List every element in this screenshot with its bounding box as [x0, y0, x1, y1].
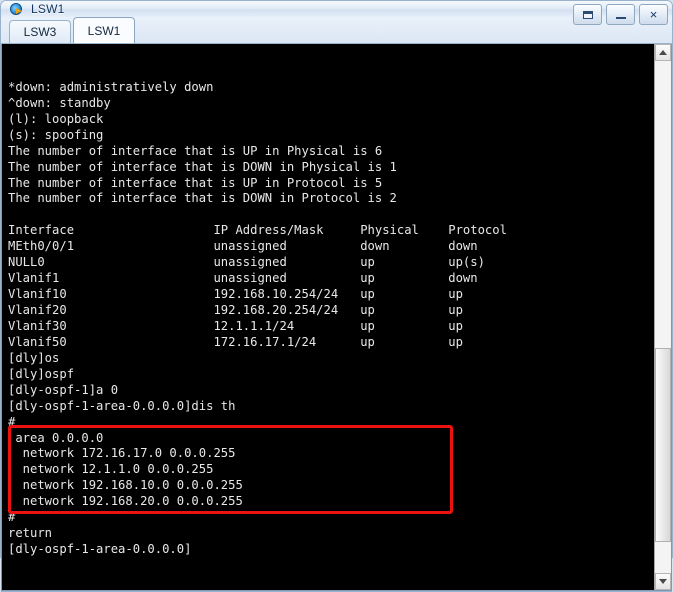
terminal-line: network 192.168.20.0 0.0.0.255: [8, 494, 243, 509]
terminal-line: network 12.1.1.0 0.0.0.255: [8, 462, 214, 477]
close-button[interactable]: ×: [639, 4, 668, 25]
terminal-line: [dly]os: [8, 350, 60, 365]
terminal-line: Interface IP Address/Mask Physical Proto…: [8, 223, 507, 238]
scroll-up-button[interactable]: [655, 44, 671, 61]
restore-button[interactable]: [573, 4, 602, 25]
scrollbar-thumb[interactable]: [655, 347, 671, 543]
terminal-line: The number of interface that is DOWN in …: [8, 191, 397, 206]
close-icon: ×: [649, 7, 658, 22]
terminal-line: The number of interface that is UP in Ph…: [8, 143, 383, 158]
tab-lsw3[interactable]: LSW3: [9, 20, 71, 43]
terminal-line: The number of interface that is UP in Pr…: [8, 175, 383, 190]
title-bar: LSW1 ×: [1, 1, 672, 25]
terminal-line: Vlanif10 192.168.10.254/24 up up: [8, 287, 463, 302]
terminal-line: ^down: standby: [8, 95, 111, 110]
terminal-line: (s): spoofing: [8, 127, 104, 142]
restore-icon: [582, 10, 593, 19]
terminal-line: #: [8, 414, 16, 429]
terminal-line: (l): loopback: [8, 111, 104, 126]
terminal-window: LSW1 × LSW3 LSW1 *down: administratively…: [0, 0, 673, 592]
terminal-line: Vlanif20 192.168.20.254/24 up up: [8, 303, 463, 318]
tab-strip: LSW3 LSW1: [1, 17, 672, 44]
terminal-line: #: [8, 510, 16, 525]
tab-label: LSW1: [87, 23, 121, 38]
vertical-scrollbar[interactable]: [654, 44, 671, 590]
terminal-line: return: [8, 526, 53, 541]
router-globe-icon: [9, 1, 25, 17]
terminal-line: area 0.0.0.0: [8, 430, 104, 445]
tab-label: LSW3: [23, 25, 57, 39]
minimize-button[interactable]: [606, 4, 635, 25]
terminal-line: network 192.168.10.0 0.0.0.255: [8, 478, 243, 493]
scroll-down-arrow-icon: [659, 578, 667, 584]
window-title: LSW1: [31, 2, 65, 16]
terminal-output[interactable]: *down: administratively down ^down: stand…: [2, 44, 654, 590]
terminal-line: network 172.16.17.0 0.0.0.255: [8, 446, 236, 461]
terminal-line: NULL0 unassigned up up(s): [8, 255, 485, 270]
scroll-down-button[interactable]: [655, 572, 671, 590]
terminal-line: Vlanif1 unassigned up down: [8, 271, 478, 286]
terminal-line: [dly-ospf-1]a 0: [8, 382, 119, 397]
scrollbar-track[interactable]: [655, 61, 671, 573]
terminal-line: Vlanif50 172.16.17.1/24 up up: [8, 334, 463, 349]
tab-lsw1[interactable]: LSW1: [73, 17, 135, 43]
scroll-up-arrow-icon: [659, 50, 667, 55]
terminal-line: MEth0/0/1 unassigned down down: [8, 239, 478, 254]
terminal-area: *down: administratively down ^down: stand…: [1, 44, 672, 591]
terminal-line: *down: administratively down: [8, 79, 214, 94]
terminal-line: Vlanif30 12.1.1.1/24 up up: [8, 318, 463, 333]
minimize-icon: [615, 16, 626, 19]
terminal-line: [dly-ospf-1-area-0.0.0.0]dis th: [8, 398, 236, 413]
terminal-line: [dly]ospf: [8, 366, 75, 381]
window-controls: ×: [573, 4, 668, 25]
terminal-line: [dly-ospf-1-area-0.0.0.0]: [8, 542, 192, 557]
terminal-line: The number of interface that is DOWN in …: [8, 159, 397, 174]
